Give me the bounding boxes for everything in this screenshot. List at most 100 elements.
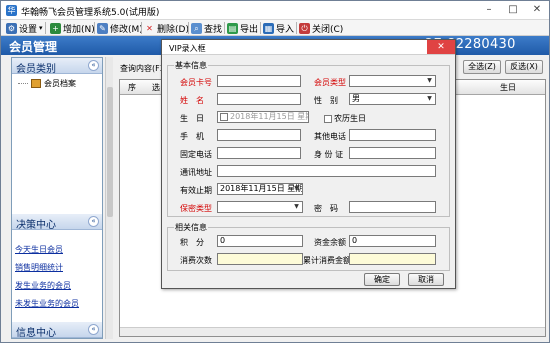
link-inactive-members[interactable]: 未发生业务的会员	[15, 298, 79, 309]
toolbar-separator	[296, 22, 297, 34]
info-center-header[interactable]: 信息中心 «	[12, 322, 102, 339]
birthday-picker[interactable]: 2018年11月15日 星期四	[217, 111, 309, 123]
lunar-birthday-label: 农历生日	[334, 114, 366, 123]
column-header[interactable]: 生日	[500, 82, 516, 93]
link-active-members[interactable]: 发生业务的会员	[15, 280, 71, 291]
member-type-label: 会员类型	[314, 78, 346, 87]
collapse-icon[interactable]: «	[88, 60, 99, 71]
toolbar-separator	[141, 22, 142, 34]
name-field[interactable]	[217, 93, 301, 105]
card-no-label: 会员卡号	[180, 78, 212, 87]
birthday-checkbox[interactable]	[220, 112, 228, 121]
title-bar: 华 华翰畅飞会员管理系统5.0(试用版) – □ ✕	[1, 1, 549, 20]
id-card-label: 身 份 证	[314, 150, 344, 159]
id-card-field[interactable]	[349, 147, 436, 159]
toolbar-separator	[94, 22, 95, 34]
close-label: 关闭(C)	[312, 24, 344, 35]
column-header[interactable]: 序	[128, 82, 136, 93]
tree-item-member-records[interactable]: 会员档案	[18, 78, 76, 89]
member-category-header[interactable]: 会员类别 «	[12, 58, 102, 75]
find-button[interactable]: ⌕ 查找	[191, 21, 222, 35]
landline-field[interactable]	[217, 147, 301, 159]
delete-label: 删除(D)	[157, 24, 189, 35]
balance-field[interactable]: 0	[349, 235, 436, 247]
member-type-select[interactable]: ▼	[349, 75, 436, 87]
chevron-down-icon: ▼	[427, 77, 432, 84]
left-panel: 会员类别 « 会员档案 决策中心 « 今天生日会员 销售明细统计 发生业务的会员…	[11, 57, 103, 339]
visit-count-label: 消费次数	[180, 256, 212, 265]
valid-until-picker[interactable]: 2018年11月15日 星期四 ▼	[217, 183, 303, 195]
basic-info-label: 基本信息	[174, 60, 208, 71]
related-info-label: 相关信息	[174, 222, 208, 233]
delete-button[interactable]: ✕ 删除(D)	[144, 21, 189, 35]
lunar-birthday-option[interactable]: 农历生日	[324, 113, 366, 124]
collapse-icon[interactable]: «	[88, 216, 99, 227]
app-window: 华 华翰畅飞会员管理系统5.0(试用版) – □ ✕ ⚙ 设置 ▾ + 增加(N)…	[0, 0, 550, 343]
name-label: 姓 名	[180, 96, 204, 105]
ok-button[interactable]: 确定	[364, 273, 400, 286]
tree-line	[18, 83, 28, 84]
page-title: 会员管理	[9, 40, 58, 54]
decision-center-header[interactable]: 决策中心 «	[12, 214, 102, 231]
close-button[interactable]: ⏻ 关闭(C)	[299, 21, 343, 35]
card-no-field[interactable]	[217, 75, 301, 87]
close-icon: ⏻	[299, 22, 310, 34]
import-button[interactable]: ▦ 导入	[263, 21, 294, 35]
total-spent-field	[349, 253, 436, 265]
vip-entry-dialog: VIP录入框 ✕ 基本信息 会员卡号 会员类型 ▼ 姓 名 性 别 男 ▼ 生 日…	[161, 39, 456, 289]
find-label: 查找	[204, 24, 223, 35]
gender-select[interactable]: 男 ▼	[349, 93, 436, 105]
toolbar-separator	[45, 22, 46, 34]
secret-type-select[interactable]: ▼	[217, 201, 303, 213]
other-phone-field[interactable]	[349, 129, 436, 141]
column-header[interactable]: 选	[152, 82, 160, 93]
edit-icon: ✎	[97, 22, 108, 34]
landline-label: 固定电话	[180, 150, 212, 159]
gender-value: 男	[352, 94, 360, 103]
export-label: 导出	[240, 24, 259, 35]
edit-button[interactable]: ✎ 修改(M)	[97, 21, 143, 35]
window-title: 华翰畅飞会员管理系统5.0(试用版)	[21, 8, 160, 18]
invert-selection-button[interactable]: 反选(X)	[505, 60, 543, 74]
collapse-icon[interactable]: «	[88, 324, 99, 335]
dialog-title: VIP录入框	[169, 44, 206, 53]
birthday-label: 生 日	[180, 114, 204, 123]
birthday-value: 2018年11月15日 星期四	[230, 112, 308, 121]
dialog-title-bar: VIP录入框 ✕	[162, 40, 455, 55]
other-phone-label: 其他电话	[314, 132, 346, 141]
address-label: 通讯地址	[180, 168, 212, 177]
select-all-button[interactable]: 全选(Z)	[463, 60, 501, 74]
info-center-title: 信息中心	[16, 328, 56, 339]
export-icon: ▤	[227, 22, 238, 34]
balance-label: 资金余额	[314, 238, 346, 247]
chevron-down-icon: ▾	[39, 24, 43, 32]
valid-until-label: 有效止期	[180, 186, 212, 195]
valid-until-value: 2018年11月15日 星期四	[220, 184, 303, 193]
points-label: 积 分	[180, 238, 204, 247]
secret-type-label: 保密类型	[180, 204, 212, 213]
add-label: 增加(N)	[63, 24, 95, 35]
mobile-field[interactable]	[217, 129, 301, 141]
decision-center-title: 决策中心	[16, 220, 56, 231]
left-scrollbar[interactable]	[105, 57, 113, 339]
cancel-button[interactable]: 取消	[408, 273, 444, 286]
lunar-birthday-checkbox[interactable]	[324, 114, 332, 123]
maximize-icon[interactable]: □	[501, 2, 525, 18]
add-button[interactable]: + 增加(N)	[50, 21, 95, 35]
link-sales-stats[interactable]: 销售明细统计	[15, 262, 63, 273]
link-birthday-today[interactable]: 今天生日会员	[15, 244, 63, 255]
folder-icon	[31, 79, 41, 88]
toolbar-separator	[260, 22, 261, 34]
settings-button[interactable]: ⚙ 设置 ▾	[6, 21, 43, 35]
points-field[interactable]: 0	[217, 235, 303, 247]
close-icon[interactable]: ✕	[525, 2, 549, 18]
address-field[interactable]	[217, 165, 436, 177]
export-button[interactable]: ▤ 导出	[227, 21, 258, 35]
toolbar-separator	[224, 22, 225, 34]
toolbar: ⚙ 设置▾ + 增加(N) ✎ 修改(M) ✕ 删除(D) ⌕ 查找 ▤ 导出	[1, 20, 549, 36]
minimize-icon[interactable]: –	[477, 2, 501, 18]
grid-horizontal-scrollbar[interactable]	[120, 327, 545, 336]
close-icon[interactable]: ✕	[427, 40, 455, 54]
password-field[interactable]	[349, 201, 436, 213]
app-logo-icon: 华	[6, 5, 17, 16]
